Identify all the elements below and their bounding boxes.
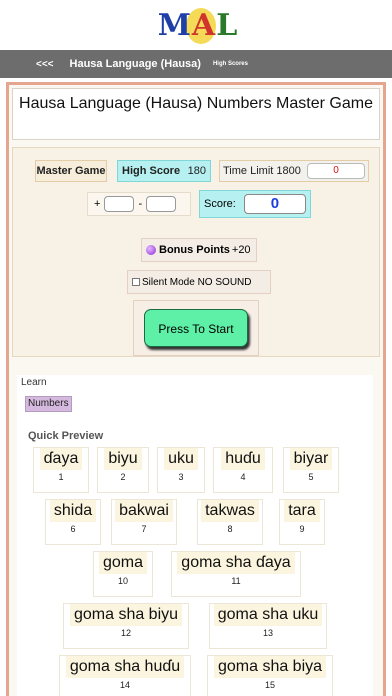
start-button[interactable]: Press To Start xyxy=(144,309,248,347)
minus-answer-input[interactable] xyxy=(146,196,177,212)
score-value: 0 xyxy=(243,194,306,214)
preview-word: goma sha biya xyxy=(213,656,327,678)
logo-letter-a: A xyxy=(191,8,217,43)
preview-word: bakwai xyxy=(115,500,173,522)
preview-word: tara xyxy=(284,500,320,522)
high-score-value: 180 xyxy=(187,165,206,177)
score-label: Score: xyxy=(204,198,236,210)
preview-tile[interactable]: goma sha biya 15 xyxy=(207,655,333,696)
preview-word: goma sha uku xyxy=(213,604,323,626)
preview-number: 15 xyxy=(264,680,275,690)
preview-number: 5 xyxy=(308,472,314,482)
preview-word: biyar xyxy=(289,448,333,470)
preview-number: 12 xyxy=(120,628,131,638)
preview-tile[interactable]: takwas 8 xyxy=(197,499,263,545)
preview-word: goma sha ɗaya xyxy=(177,552,295,574)
logo-text: MAL xyxy=(156,8,240,43)
start-button-container: Press To Start xyxy=(133,300,259,356)
learn-panel: Learn Numbers Quick Preview ɗaya 1 biyu 2 … xyxy=(17,375,373,696)
bonus-points-value: +20 xyxy=(231,244,251,256)
preview-tile[interactable]: ɗaya 1 xyxy=(33,447,89,493)
preview-number: 2 xyxy=(120,472,126,482)
answer-row: + - xyxy=(87,192,191,216)
preview-number: 8 xyxy=(227,524,233,534)
preview-word: shida xyxy=(49,500,97,522)
preview-tile[interactable]: bakwai 7 xyxy=(111,499,177,545)
gem-icon xyxy=(146,245,156,255)
preview-number: 4 xyxy=(240,472,246,482)
preview-number: 13 xyxy=(262,628,273,638)
silent-mode-label: Silent Mode NO SOUND xyxy=(142,276,252,288)
preview-word: goma sha huɗu xyxy=(65,656,185,678)
preview-tile[interactable]: biyar 5 xyxy=(283,447,339,493)
high-score-badge: High Score 180 xyxy=(117,160,211,182)
preview-tile[interactable]: biyu 2 xyxy=(97,447,149,493)
app-header: MAL xyxy=(0,0,392,50)
preview-word: goma xyxy=(98,552,148,574)
preview-tile[interactable]: goma sha huɗu 14 xyxy=(59,655,191,696)
plus-answer-input[interactable] xyxy=(104,196,135,212)
preview-number: 10 xyxy=(117,576,128,586)
logo-letter-m: M xyxy=(157,8,192,43)
page-title: Hausa Language (Hausa) Numbers Master Ga… xyxy=(12,88,380,140)
logo-letter-l: L xyxy=(216,8,239,43)
preview-word: biyu xyxy=(104,448,142,470)
preview-number: 14 xyxy=(119,680,130,690)
preview-tile[interactable]: goma sha ɗaya 11 xyxy=(171,551,301,597)
learn-label: Learn xyxy=(21,377,47,388)
game-panel: Master Game High Score 180 Time Limit 18… xyxy=(12,147,380,357)
nav-bar: <<< Hausa Language (Hausa) High Scores xyxy=(0,50,392,78)
quick-preview-label: Quick Preview xyxy=(28,430,104,442)
time-limit-badge: Time Limit 1800 0 xyxy=(219,160,369,182)
time-limit-label: Time Limit 1800 xyxy=(223,165,301,177)
preview-tile[interactable]: shida 6 xyxy=(45,499,101,545)
minus-sign: - xyxy=(138,198,143,210)
score-badge: Score: 0 xyxy=(199,190,311,218)
silent-mode-checkbox[interactable] xyxy=(132,278,140,286)
preview-tile[interactable]: tara 9 xyxy=(279,499,325,545)
preview-number: 9 xyxy=(299,524,305,534)
preview-word: goma sha biyu xyxy=(69,604,183,626)
silent-mode-toggle[interactable]: Silent Mode NO SOUND xyxy=(127,270,271,294)
preview-tile[interactable]: goma 10 xyxy=(93,551,153,597)
preview-number: 3 xyxy=(178,472,184,482)
preview-word: uku xyxy=(164,448,198,470)
preview-word: ɗaya xyxy=(39,448,83,470)
game-frame: Hausa Language (Hausa) Numbers Master Ga… xyxy=(6,82,386,696)
back-link[interactable]: <<< xyxy=(36,59,54,70)
preview-tile[interactable]: goma sha uku 13 xyxy=(209,603,327,649)
preview-number: 6 xyxy=(70,524,76,534)
high-scores-link[interactable]: High Scores xyxy=(213,61,248,67)
numbers-category-button[interactable]: Numbers xyxy=(25,396,72,412)
bonus-points-badge: Bonus Points +20 xyxy=(141,238,257,262)
preview-number: 11 xyxy=(231,576,241,586)
bonus-points-label: Bonus Points xyxy=(159,244,230,256)
mal-logo: MAL xyxy=(156,6,240,46)
preview-number: 1 xyxy=(58,472,64,482)
preview-word: huɗu xyxy=(221,448,265,470)
nav-title-link[interactable]: Hausa Language (Hausa) xyxy=(70,58,201,70)
preview-tile[interactable]: goma sha biyu 12 xyxy=(63,603,189,649)
plus-sign: + xyxy=(94,198,101,210)
high-score-label: High Score xyxy=(122,165,181,177)
preview-word: takwas xyxy=(201,500,259,522)
preview-tile[interactable]: uku 3 xyxy=(157,447,205,493)
master-game-label: Master Game xyxy=(35,160,107,182)
time-counter: 0 xyxy=(307,163,365,179)
preview-number: 7 xyxy=(141,524,147,534)
preview-tile[interactable]: huɗu 4 xyxy=(213,447,273,493)
